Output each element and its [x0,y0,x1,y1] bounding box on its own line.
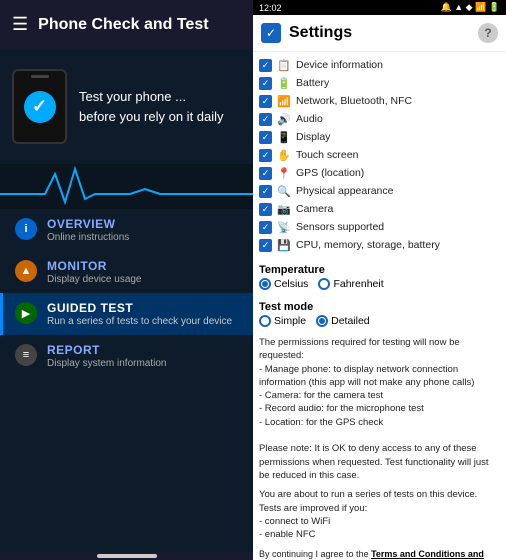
app-title: Phone Check and Test [38,16,208,34]
phone-icon-box: ✓ [12,69,67,144]
list-item: ✓ 🔊 Audio [259,110,500,128]
right-panel: 12:02 🔔 ▲ ◆ 📶 🔋 ✓ Settings ? ✓ 📋 Device … [253,0,506,560]
help-icon[interactable]: ? [478,23,498,43]
checkbox-physical[interactable]: ✓ [259,185,272,198]
hero-area: ✓ Test your phone ... before you rely on… [0,49,253,164]
checkmark-icon: ✓ [24,91,56,123]
left-header: ☰ Phone Check and Test [0,0,253,49]
test-mode-radio-group: Simple Detailed [259,315,500,327]
detailed-option[interactable]: Detailed [316,315,370,327]
checkbox-camera[interactable]: ✓ [259,203,272,216]
monitor-icon: ▲ [15,260,37,282]
camera-icon: 📷 [277,202,291,216]
overview-icon: i [15,218,37,240]
nav-items: i OVERVIEW Online instructions ▲ MONITOR… [0,209,253,552]
status-icons: 🔔 ▲ ◆ 📶 🔋 [441,2,500,13]
hero-text: Test your phone ... before you rely on i… [79,87,224,126]
sidebar-item-monitor[interactable]: ▲ MONITOR Display device usage [0,251,253,293]
fahrenheit-radio[interactable] [318,278,330,290]
heartbeat-area [0,164,253,209]
sidebar-item-report[interactable]: ≡ REPORT Display system information [0,335,253,377]
touch-icon: ✋ [277,148,291,162]
permissions-text: The permissions required for testing wil… [253,332,506,486]
list-item: ✓ 💾 CPU, memory, storage, battery [259,236,500,254]
physical-icon: 🔍 [277,184,291,198]
test-mode-label: Test mode [259,301,500,313]
list-item: ✓ 📋 Device information [259,56,500,74]
sidebar-item-guided-test[interactable]: ▶ GUIDED TEST Run a series of tests to c… [0,293,253,335]
left-panel: ☰ Phone Check and Test ✓ Test your phone… [0,0,253,560]
list-item: ✓ 📡 Sensors supported [259,218,500,236]
temperature-radio-group: Celsius Fahrenheit [259,278,500,290]
gps-icon: 📍 [277,166,291,180]
checkbox-touch[interactable]: ✓ [259,149,272,162]
list-item: ✓ 📶 Network, Bluetooth, NFC [259,92,500,110]
temperature-label: Temperature [259,264,500,276]
checkbox-network[interactable]: ✓ [259,95,272,108]
guided-test-icon: ▶ [15,302,37,324]
cpu-icon: 💾 [277,238,291,252]
detailed-radio[interactable] [316,315,328,327]
status-time: 12:02 [259,3,282,13]
test-mode-section: Test mode Simple Detailed [253,295,506,332]
checkbox-battery[interactable]: ✓ [259,77,272,90]
hamburger-icon[interactable]: ☰ [12,14,28,35]
checkbox-cpu[interactable]: ✓ [259,239,272,252]
list-item: ✓ 📍 GPS (location) [259,164,500,182]
checkbox-gps[interactable]: ✓ [259,167,272,180]
checkbox-sensors[interactable]: ✓ [259,221,272,234]
fahrenheit-option[interactable]: Fahrenheit [318,278,383,290]
bottom-bar [97,554,157,558]
network-icon: 📶 [277,94,291,108]
simple-radio[interactable] [259,315,271,327]
temperature-section: Temperature Celsius Fahrenheit [253,258,506,295]
report-icon: ≡ [15,344,37,366]
checkbox-audio[interactable]: ✓ [259,113,272,126]
sidebar-item-overview[interactable]: i OVERVIEW Online instructions [0,209,253,251]
list-item: ✓ 🔍 Physical appearance [259,182,500,200]
list-item: ✓ 📷 Camera [259,200,500,218]
celsius-option[interactable]: Celsius [259,278,308,290]
scrollable-content: ✓ 📋 Device information ✓ 🔋 Battery ✓ 📶 N… [253,52,506,560]
settings-list: ✓ 📋 Device information ✓ 🔋 Battery ✓ 📶 N… [253,52,506,258]
list-item: ✓ 🔋 Battery [259,74,500,92]
checkbox-device[interactable]: ✓ [259,59,272,72]
device-icon: 📋 [277,58,291,72]
list-item: ✓ 📱 Display [259,128,500,146]
list-item: ✓ ✋ Touch screen [259,146,500,164]
settings-header: ✓ Settings ? [253,15,506,52]
sensors-icon: 📡 [277,220,291,234]
checkbox-display[interactable]: ✓ [259,131,272,144]
settings-checkbox-icon: ✓ [261,23,281,43]
terms-text: By continuing I agree to the Terms and C… [253,545,506,560]
audio-icon: 🔊 [277,112,291,126]
simple-option[interactable]: Simple [259,315,306,327]
display-icon: 📱 [277,130,291,144]
settings-title: Settings [289,24,470,42]
info-text: You are about to run a series of tests o… [253,486,506,545]
battery-icon: 🔋 [277,76,291,90]
celsius-radio[interactable] [259,278,271,290]
status-bar: 12:02 🔔 ▲ ◆ 📶 🔋 [253,0,506,15]
